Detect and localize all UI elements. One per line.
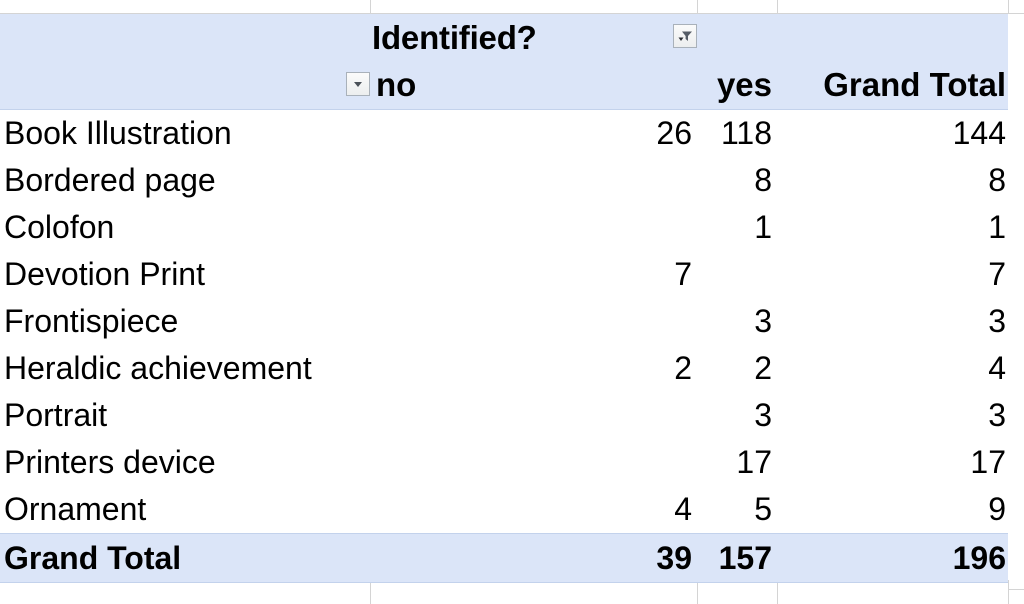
- pivot-column-header-row: no yes Grand Total: [0, 62, 1008, 109]
- cell-grand-total: 144: [952, 115, 1006, 151]
- table-row[interactable]: Book Illustration 26 118 144: [0, 110, 1008, 157]
- filter-funnel-icon[interactable]: [673, 24, 697, 48]
- gridline-column-a-lower: [370, 580, 371, 604]
- cell-grand-total: 17: [970, 444, 1006, 480]
- table-row[interactable]: Heraldic achievement 2 2 4: [0, 345, 1008, 392]
- gridline-column-d-lower: [1008, 580, 1009, 604]
- cell-grand-total: 9: [988, 491, 1006, 527]
- gridline-column-d: [1008, 0, 1009, 14]
- gridline-column-c-lower: [777, 580, 778, 604]
- gridline-row-bottom: [1008, 589, 1024, 590]
- column-header-grand-total[interactable]: Grand Total: [0, 63, 1006, 107]
- spreadsheet-canvas: Identified? no yes Grand Total Book Illu…: [0, 0, 1024, 604]
- cell-grand-total: 4: [988, 350, 1006, 386]
- cell-grand-total: 8: [988, 162, 1006, 198]
- table-row[interactable]: Portrait 3 3: [0, 392, 1008, 439]
- cell-grand-total: 7: [988, 256, 1006, 292]
- table-row[interactable]: Frontispiece 3 3: [0, 298, 1008, 345]
- table-row[interactable]: Printers device 17 17: [0, 439, 1008, 486]
- gridline-column-b: [697, 0, 698, 14]
- table-row[interactable]: Colofon 1 1: [0, 204, 1008, 251]
- gridline-column-b-lower: [697, 580, 698, 604]
- table-row[interactable]: Ornament 4 5 9: [0, 486, 1008, 533]
- table-row[interactable]: Devotion Print 7 7: [0, 251, 1008, 298]
- column-field-label: Identified?: [372, 19, 537, 56]
- pivot-table-body: Book Illustration 26 118 144 Bordered pa…: [0, 110, 1008, 583]
- pivot-column-field-row: Identified?: [0, 14, 1008, 62]
- pivot-table: Identified? no yes Grand Total Book Illu…: [0, 14, 1008, 583]
- grand-total-total: 196: [952, 540, 1006, 576]
- cell-grand-total: 3: [988, 303, 1006, 339]
- cell-grand-total: 1: [988, 209, 1006, 245]
- table-row[interactable]: Bordered page 8 8: [0, 157, 1008, 204]
- gridline-column-a: [370, 0, 371, 14]
- pivot-table-header: Identified? no yes Grand Total: [0, 14, 1008, 110]
- grand-total-row[interactable]: Grand Total 39 157 196: [0, 533, 1008, 583]
- gridline-column-c: [777, 0, 778, 14]
- cell-grand-total: 3: [988, 397, 1006, 433]
